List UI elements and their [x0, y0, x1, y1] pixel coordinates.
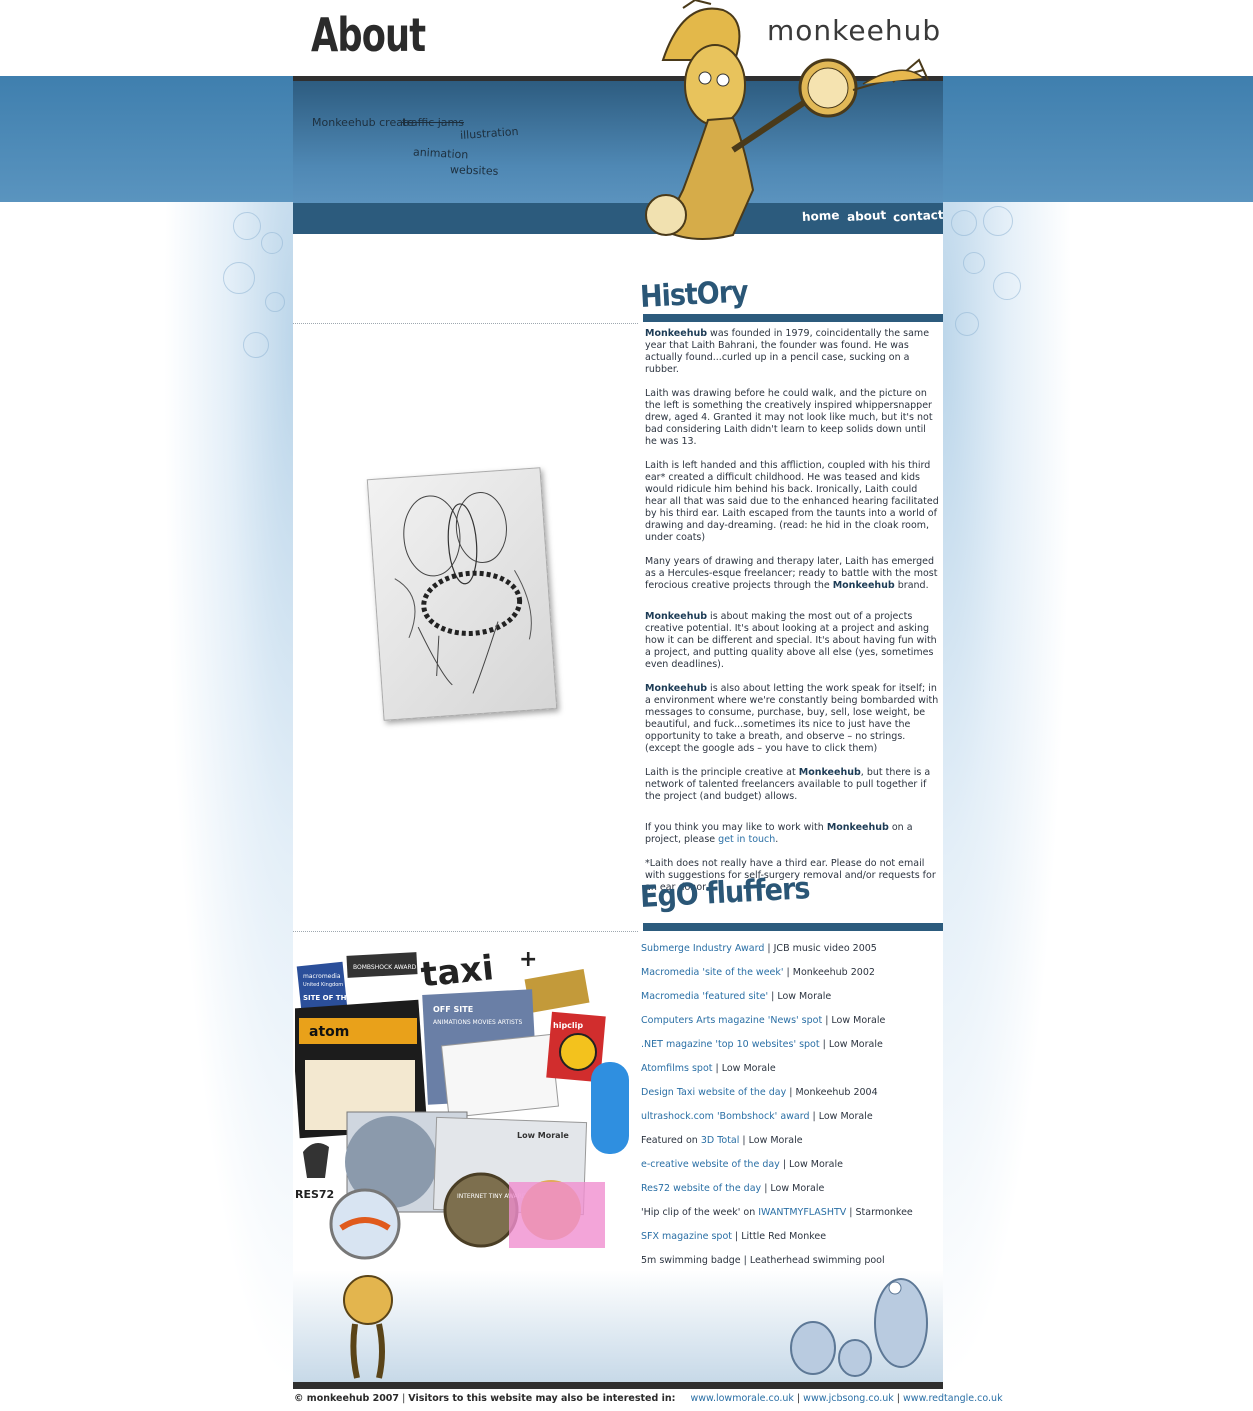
yellow-monkey-illustration [343, 1275, 393, 1379]
monkeehub-logo[interactable]: monkeehub [767, 14, 941, 47]
ego-item: Macromedia 'site of the week' | Monkeehu… [641, 967, 941, 991]
tagline-item: websites [449, 163, 499, 178]
ego-item-detail: | Low Morale [809, 1111, 873, 1122]
history-paragraph: Monkeehub was founded in 1979, coinciden… [645, 328, 930, 375]
ego-item-detail: | Low Morale [761, 1183, 825, 1194]
awards-collage: macromedia United Kingdom SITE OF THE WE… [295, 947, 629, 1260]
ego-item: Computers Arts magazine 'News' spot | Lo… [641, 1015, 941, 1039]
ego-item: .NET magazine 'top 10 websites' spot | L… [641, 1039, 941, 1063]
ego-item-link[interactable]: Atomfilms spot [641, 1063, 713, 1074]
history-paragraph: Many years of drawing and therapy later,… [645, 556, 938, 591]
ego-item-detail: | Little Red Monkee [731, 1231, 827, 1242]
collage-label: BOMBSHOCK AWARD [353, 964, 417, 971]
dotted-divider [293, 323, 638, 324]
collage-label: United Kingdom [303, 982, 343, 988]
ego-item: Atomfilms spot | Low Morale [641, 1063, 941, 1087]
get-in-touch-link[interactable]: get in touch [718, 834, 775, 845]
ego-item: SFX magazine spot | Little Red Monkee [641, 1231, 941, 1255]
right-doodle-glow [943, 202, 1073, 1392]
ego-item-detail: | Low Morale [822, 1015, 886, 1026]
footer-link-jcbsong[interactable]: www.jcbsong.co.uk [803, 1393, 894, 1404]
footer-link-redtangle[interactable]: www.redtangle.co.uk [903, 1393, 1003, 1404]
ego-item-detail: | Monkeehub 2004 [786, 1087, 878, 1098]
nav-contact-link[interactable]: contact [893, 208, 943, 225]
ego-item: Featured on 3D Total | Low Morale [641, 1135, 941, 1159]
ego-item-detail: | Low Morale [819, 1039, 883, 1050]
ego-item-detail: | Low Morale [768, 991, 832, 1002]
ego-item: e-creative website of the day | Low Mora… [641, 1159, 941, 1183]
ego-item-link[interactable]: Macromedia 'featured site' [641, 991, 768, 1002]
ego-item-prefix: 'Hip clip of the week' on [641, 1207, 759, 1218]
page-container: About Monkeehub create traffic jams illu… [293, 0, 943, 1390]
blue-creatures-illustration [790, 1278, 928, 1377]
ego-item-link[interactable]: IWANTMYFLASHTV [758, 1207, 846, 1218]
ego-item-link[interactable]: ultrashock.com 'Bombshock' award [641, 1111, 810, 1122]
ego-item-link[interactable]: Design Taxi website of the day [641, 1087, 786, 1098]
dotted-divider [293, 931, 638, 932]
history-paragraph: Monkeehub is also about letting the work… [645, 683, 939, 754]
ego-item-detail: | Low Morale [739, 1135, 803, 1146]
ego-item: ultrashock.com 'Bombshock' award | Low M… [641, 1111, 941, 1135]
ego-item-link[interactable]: .NET magazine 'top 10 websites' spot [641, 1039, 820, 1050]
footer-link-lowmorale[interactable]: www.lowmorale.co.uk [691, 1393, 794, 1404]
footer-interest-label: Visitors to this website may also be int… [408, 1393, 676, 1404]
history-paragraph: Laith is the principle creative at Monke… [645, 767, 931, 802]
collage-label: ANIMATIONS MOVIES ARTISTS [433, 1019, 522, 1026]
collage-label: atom [309, 1024, 349, 1040]
history-heading: HistOry [639, 274, 749, 315]
ego-item-prefix: 5m swimming badge | Leatherhead swimming… [641, 1255, 885, 1266]
ego-item-detail: | Low Morale [779, 1159, 843, 1170]
ego-item-link[interactable]: e-creative website of the day [641, 1159, 780, 1170]
ego-item-link[interactable]: Res72 website of the day [641, 1183, 761, 1194]
footer-copyright: © monkeehub 2007 [294, 1393, 400, 1404]
ego-item-detail: | Low Morale [712, 1063, 776, 1074]
ego-item: 'Hip clip of the week' on IWANTMYFLASHTV… [641, 1207, 941, 1231]
tagline-lead: Monkeehub create [312, 116, 415, 129]
ego-fluffers-list: Submerge Industry Award | JCB music vide… [641, 943, 941, 1279]
collage-label: + [519, 947, 537, 972]
childhood-drawing-photo [366, 467, 558, 721]
history-heading-rule [643, 314, 943, 322]
collage-label: macromedia [303, 973, 341, 980]
collage-label: hipclip [553, 1021, 583, 1030]
scribble-drawing [394, 492, 532, 694]
history-paragraph: Laith was drawing before he could walk, … [645, 388, 933, 447]
logo-text: monkeehub [767, 14, 942, 47]
nav-home-link[interactable]: home [802, 208, 840, 224]
footer: © monkeehub 2007 | Visitors to this webs… [294, 1393, 1003, 1404]
ego-item-detail: | Monkeehub 2002 [783, 967, 875, 978]
ego-item-link[interactable]: Macromedia 'site of the week' [641, 967, 784, 978]
ego-item-detail: | Starmonkee [846, 1207, 913, 1218]
ego-item-prefix: Featured on [641, 1135, 701, 1146]
collage-label: SITE OF THE WEEK [303, 994, 377, 1002]
ego-fluffers-heading: EgO fluffers [639, 871, 811, 915]
page-title: About [311, 8, 426, 62]
ego-item: Macromedia 'featured site' | Low Morale [641, 991, 941, 1015]
collage-label: taxi [419, 948, 496, 995]
ego-item-link[interactable]: Submerge Industry Award [641, 943, 764, 954]
collage-label: OFF SITE [433, 1005, 473, 1014]
history-paragraph: Monkeehub is about making the most out o… [645, 611, 937, 670]
collage-label: RES72 [295, 1188, 334, 1201]
footer-rule [293, 1382, 943, 1389]
ego-item-detail: | JCB music video 2005 [764, 943, 877, 954]
ego-item-link[interactable]: 3D Total [701, 1135, 740, 1146]
history-paragraph: If you think you may like to work with M… [645, 822, 913, 845]
left-doodle-glow [163, 202, 293, 1392]
tagline-struck: traffic jams [402, 116, 464, 129]
nav-about-link[interactable]: about [847, 208, 887, 224]
ego-item-link[interactable]: Computers Arts magazine 'News' spot [641, 1015, 822, 1026]
history-text: Monkeehub was founded in 1979, coinciden… [645, 328, 940, 906]
ego-item: Res72 website of the day | Low Morale [641, 1183, 941, 1207]
ego-item: Submerge Industry Award | JCB music vide… [641, 943, 941, 967]
ego-item-link[interactable]: SFX magazine spot [641, 1231, 732, 1242]
ego-heading-rule [643, 923, 943, 931]
ego-item: Design Taxi website of the day | Monkeeh… [641, 1087, 941, 1111]
history-paragraph: Laith is left handed and this affliction… [645, 460, 939, 543]
collage-label: Low Morale [517, 1131, 569, 1140]
